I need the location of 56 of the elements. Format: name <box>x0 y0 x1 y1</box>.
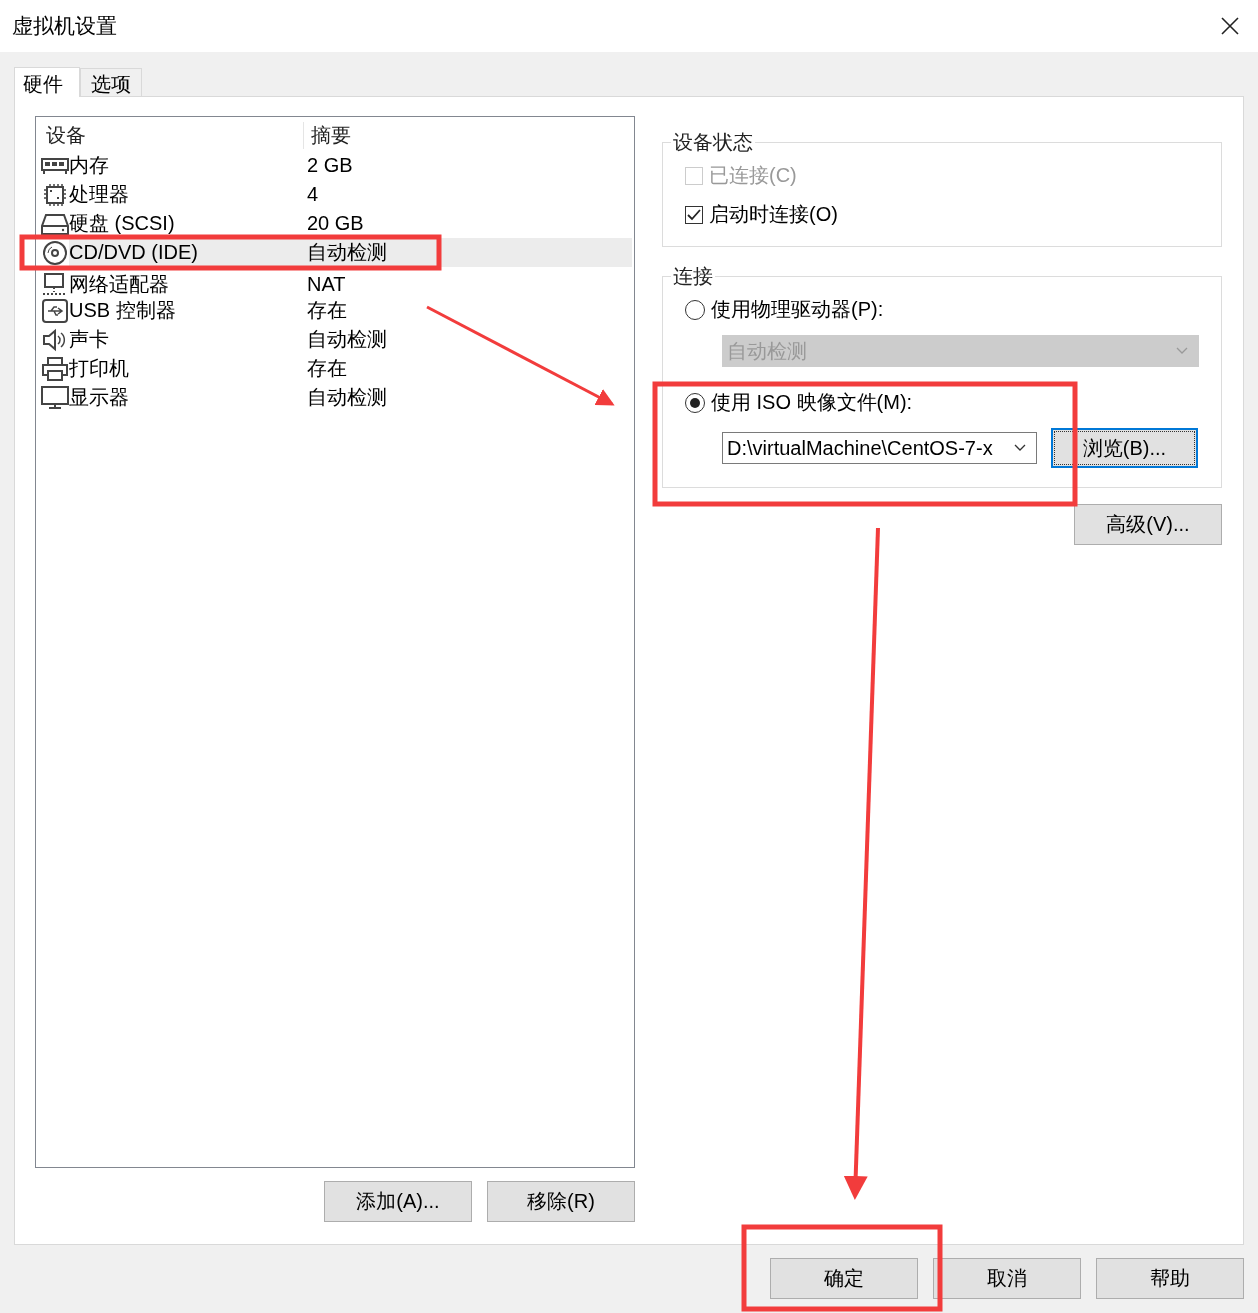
advanced-button[interactable]: 高级(V)... <box>1074 504 1222 545</box>
device-summary: 自动检测 <box>306 240 388 265</box>
list-button[interactable]: 添加(A)... <box>324 1181 472 1222</box>
browse-button[interactable]: 浏览(B)... <box>1051 428 1198 468</box>
window-title: 虚拟机设置 <box>12 13 117 39</box>
checkbox[interactable] <box>685 205 703 224</box>
device-name: 内存 <box>69 153 110 178</box>
device-row[interactable]: 打印机 存在 <box>69 354 632 383</box>
list-button[interactable]: 移除(R) <box>487 1181 635 1222</box>
dialog-button[interactable]: 帮助 <box>1096 1258 1244 1299</box>
device-summary: 存在 <box>306 356 348 381</box>
device-summary: 自动检测 <box>306 327 388 352</box>
device-name: CD/DVD (IDE) <box>69 241 199 264</box>
device-summary: 自动检测 <box>306 385 388 410</box>
usb-icon <box>41 298 69 323</box>
device-row[interactable]: 显示器 自动检测 <box>69 383 632 412</box>
device-row[interactable]: CD/DVD (IDE) 自动检测 <box>69 238 632 267</box>
group-title: 连接 <box>672 264 714 289</box>
device-row[interactable]: 内存 2 GB <box>69 151 632 180</box>
dialog-button[interactable]: 确定 <box>770 1258 918 1299</box>
device-name: 打印机 <box>69 356 130 381</box>
device-summary: 4 <box>306 183 320 206</box>
close-icon[interactable] <box>1220 16 1240 36</box>
radio-button[interactable] <box>685 392 705 413</box>
drive-icon <box>41 211 69 236</box>
device-summary: 20 GB <box>306 212 365 235</box>
column-header[interactable]: 设备 <box>41 122 303 149</box>
device-name: 硬盘 (SCSI) <box>69 211 176 236</box>
device-name: USB 控制器 <box>69 298 177 323</box>
device-name: 声卡 <box>69 327 110 352</box>
tab[interactable]: 选项 <box>80 68 142 96</box>
device-row[interactable]: 声卡 自动检测 <box>69 325 632 354</box>
disc-icon <box>41 240 69 265</box>
group-title: 设备状态 <box>672 130 754 155</box>
device-row[interactable]: 硬盘 (SCSI) 20 GB <box>69 209 632 238</box>
chip-icon <box>41 182 69 207</box>
device-summary: NAT <box>306 273 347 296</box>
radio-label[interactable]: 使用 ISO 映像文件(M): <box>711 389 913 416</box>
device-row[interactable]: 网络适配器 NAT <box>69 270 632 299</box>
device-name: 处理器 <box>69 182 130 207</box>
printer-icon <box>41 356 69 381</box>
dropdown-field[interactable]: D:\virtualMachine\CentOS-7-x <box>722 432 1037 464</box>
device-summary: 存在 <box>306 298 348 323</box>
device-row[interactable]: USB 控制器 存在 <box>69 296 632 325</box>
checkbox-label[interactable]: 启动时连接(O) <box>709 201 838 228</box>
radio-button[interactable] <box>685 299 705 320</box>
monitor-icon <box>41 385 69 410</box>
device-row[interactable]: 处理器 4 <box>69 180 632 209</box>
device-summary: 2 GB <box>306 154 354 177</box>
tab[interactable]: 硬件 <box>14 67 80 97</box>
radio-label[interactable]: 使用物理驱动器(P): <box>711 296 884 323</box>
chevron-icon[interactable] <box>1014 444 1026 452</box>
dialog-button[interactable]: 取消 <box>933 1258 1081 1299</box>
device-name: 网络适配器 <box>69 272 170 297</box>
column-header[interactable]: 摘要 <box>303 122 634 149</box>
device-name: 显示器 <box>69 385 130 410</box>
